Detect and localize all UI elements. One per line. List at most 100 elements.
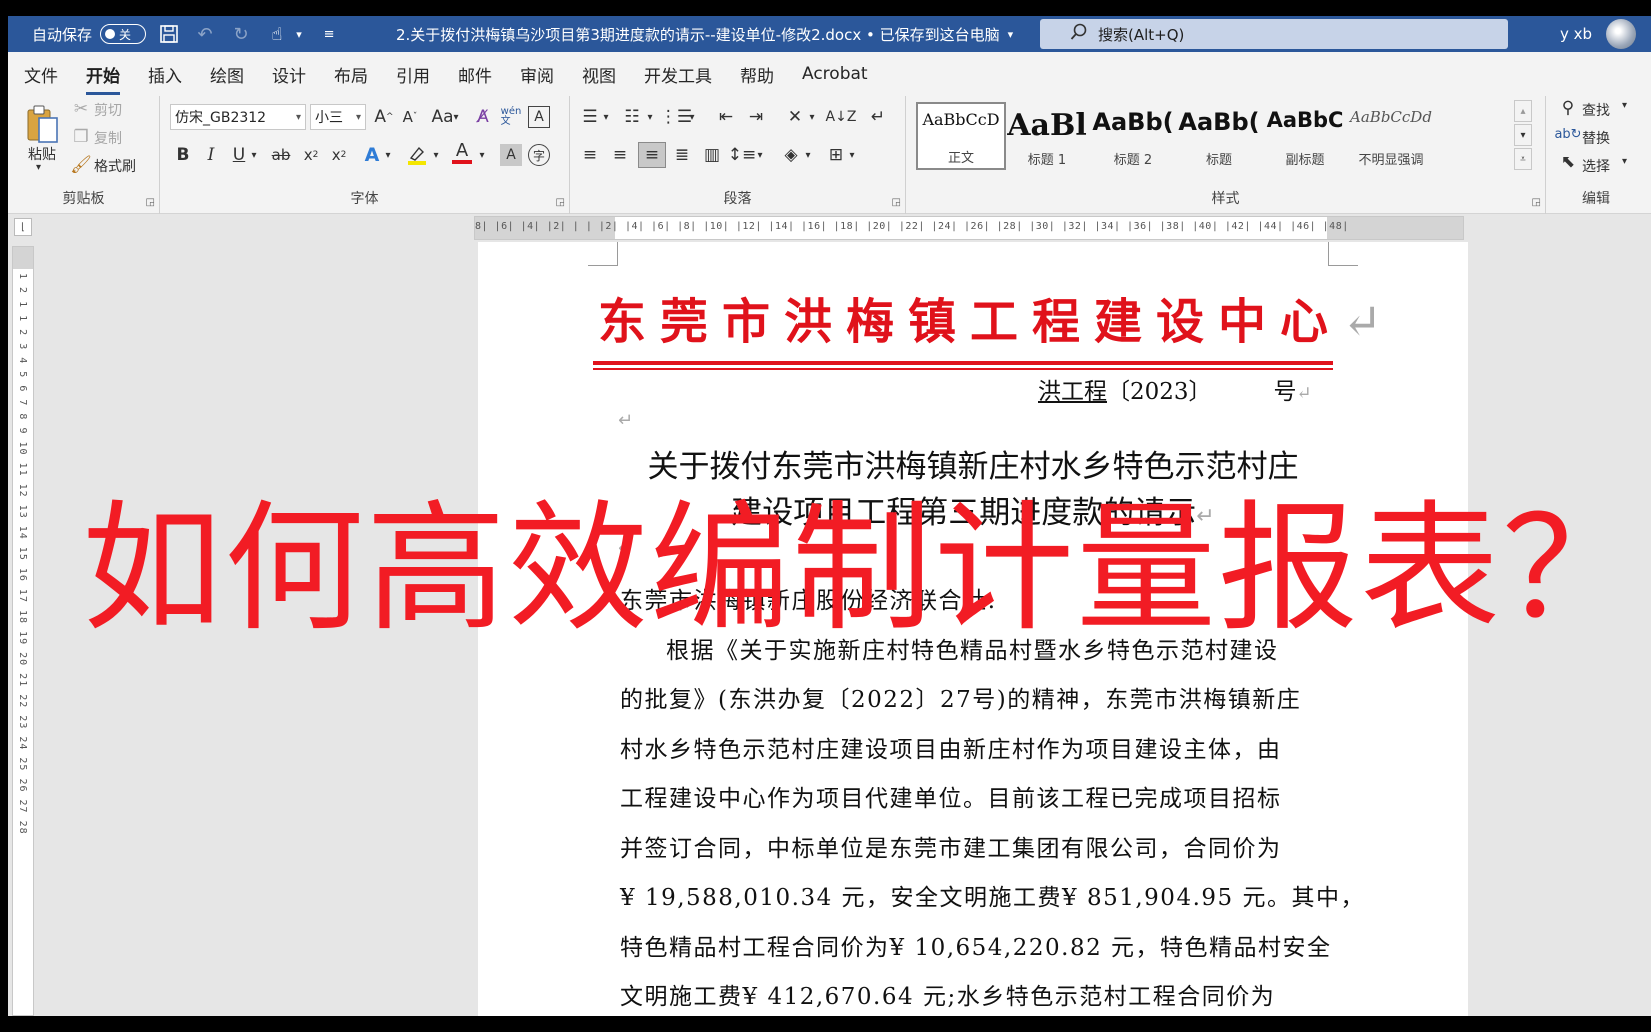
horizontal-ruler[interactable]: 8| |6| |4| |2| | | |2| |4| |6| |8| |10| … — [474, 216, 1464, 240]
paste-label[interactable]: 粘贴 — [28, 144, 56, 164]
chevron-down-icon[interactable]: ▾ — [430, 144, 442, 166]
gallery-down-icon[interactable]: ▾ — [1514, 124, 1532, 146]
chevron-down-icon[interactable]: ▾ — [1622, 100, 1627, 111]
style-item-2[interactable]: AaBb(标题 2 — [1088, 102, 1178, 170]
font-size-combo[interactable]: 小三 ▾ — [310, 104, 366, 130]
chevron-down-icon[interactable]: ▾ — [36, 162, 41, 173]
redo-icon[interactable]: ↻ — [228, 21, 254, 47]
tab-12[interactable]: Acrobat — [802, 60, 868, 88]
tab-3[interactable]: 绘图 — [210, 58, 244, 91]
align-right-icon[interactable]: ≡ — [638, 142, 666, 168]
chevron-down-icon[interactable]: ▾ — [686, 106, 698, 128]
tab-selector-icon[interactable]: ⌊ — [14, 218, 32, 236]
format-painter-label[interactable]: 格式刷 — [94, 156, 136, 176]
character-shading-icon[interactable]: A — [500, 144, 522, 166]
dialog-launcher-icon[interactable]: ◲ — [146, 197, 155, 208]
chevron-down-icon[interactable]: ▾ — [644, 106, 656, 128]
shading-icon[interactable]: ◈ — [778, 142, 804, 168]
chevron-down-icon[interactable]: ▾ — [248, 144, 260, 166]
increase-indent-icon[interactable]: ⇥ — [744, 106, 768, 128]
chevron-down-icon[interactable]: ▾ — [382, 144, 394, 166]
numbering-icon[interactable]: ☷ — [620, 106, 644, 128]
save-icon[interactable] — [156, 21, 182, 47]
style-item-5[interactable]: AaBbCcDd 不明显强调 — [1346, 102, 1436, 170]
customize-icon[interactable]: ≡ — [316, 21, 342, 47]
tab-7[interactable]: 邮件 — [458, 58, 492, 91]
tab-1[interactable]: 开始 — [86, 58, 120, 95]
sort-icon[interactable]: A↓Z — [826, 104, 857, 130]
chevron-down-icon[interactable]: ▾ — [292, 21, 306, 47]
style-item-0[interactable]: AaBbCcD 正文 — [916, 102, 1006, 170]
search-box[interactable]: 搜索(Alt+Q) — [1040, 19, 1508, 49]
replace-label[interactable]: 替换 — [1582, 128, 1610, 148]
vertical-ruler[interactable]: 1 2 1 1 2 3 4 5 6 7 8 9 10 11 12 13 14 1… — [12, 246, 34, 1016]
chevron-down-icon[interactable]: ▾ — [476, 144, 488, 166]
autosave-control[interactable]: 自动保存 关 — [32, 24, 147, 45]
select-label[interactable]: 选择 — [1582, 156, 1610, 176]
distributed-icon[interactable]: ▥ — [700, 144, 724, 166]
subscript-icon[interactable]: x2 — [300, 144, 322, 166]
style-item-3[interactable]: AaBb(标题 — [1174, 102, 1264, 170]
touch-mode-icon[interactable]: ☝ — [264, 21, 290, 47]
copy-label[interactable]: 复制 — [94, 128, 122, 148]
multilevel-list-icon[interactable]: ⋮☰ — [660, 106, 692, 128]
tab-8[interactable]: 审阅 — [520, 58, 554, 91]
tab-9[interactable]: 视图 — [582, 58, 616, 91]
italic-icon[interactable]: I — [200, 144, 222, 166]
document-title[interactable]: 2.关于拨付洪梅镇乌沙项目第3期进度款的请示--建设单位-修改2.docx • … — [396, 16, 1013, 52]
bullets-icon[interactable]: ☰ — [578, 106, 602, 128]
underline-icon[interactable]: U — [228, 144, 250, 166]
chevron-down-icon[interactable]: ▾ — [806, 106, 818, 128]
superscript-icon[interactable]: x2 — [328, 144, 350, 166]
highlight-icon[interactable] — [404, 142, 430, 168]
asian-layout-icon[interactable]: ✕ — [782, 106, 808, 128]
tab-10[interactable]: 开发工具 — [644, 58, 712, 91]
justify-icon[interactable]: ≣ — [670, 144, 694, 166]
dialog-launcher-icon[interactable]: ◲ — [556, 197, 565, 208]
change-case-icon[interactable]: Aa ▾ — [428, 106, 462, 128]
tab-11[interactable]: 帮助 — [740, 58, 774, 91]
align-center-icon[interactable]: ≡ — [608, 144, 632, 166]
document-number[interactable]: 洪工程〔2023〕 号↵ — [1038, 372, 1312, 406]
autosave-toggle[interactable]: 关 — [100, 24, 147, 44]
enclose-characters-icon[interactable]: 字 — [528, 144, 550, 166]
bold-icon[interactable]: B — [172, 144, 194, 166]
tab-4[interactable]: 设计 — [272, 58, 306, 91]
paste-icon[interactable] — [22, 102, 62, 146]
phonetic-guide-icon[interactable]: wén 文 — [500, 104, 522, 130]
decrease-indent-icon[interactable]: ⇤ — [714, 106, 738, 128]
shrink-font-icon[interactable]: Aˇ — [398, 106, 422, 128]
tab-6[interactable]: 引用 — [396, 58, 430, 91]
font-color-icon[interactable]: A — [450, 140, 474, 166]
align-left-icon[interactable]: ≡ — [578, 144, 602, 166]
line-spacing-icon[interactable]: ↕≡ — [728, 144, 757, 166]
chevron-down-icon[interactable]: ▾ — [846, 144, 858, 166]
grow-font-icon[interactable]: A ^ — [372, 106, 396, 128]
character-border-icon[interactable]: A — [528, 106, 550, 128]
show-marks-icon[interactable]: ↵ — [866, 106, 890, 128]
gallery-up-icon[interactable]: ▴ — [1514, 100, 1532, 122]
chevron-down-icon[interactable]: ▾ — [802, 144, 814, 166]
chevron-down-icon[interactable]: ▾ — [754, 144, 766, 166]
style-item-4[interactable]: AaBbC 副标题 — [1260, 102, 1350, 170]
tab-5[interactable]: 布局 — [334, 58, 368, 91]
cut-label[interactable]: 剪切 — [94, 100, 122, 120]
chevron-down-icon[interactable]: ▾ — [600, 106, 612, 128]
avatar[interactable] — [1606, 19, 1637, 49]
strikethrough-icon[interactable]: ab — [268, 144, 294, 166]
undo-icon[interactable]: ↶ — [192, 21, 218, 47]
chevron-down-icon[interactable]: ▾ — [1622, 156, 1627, 167]
dialog-launcher-icon[interactable]: ◲ — [892, 197, 901, 208]
font-name-combo[interactable]: 仿宋_GB2312 ▾ — [170, 104, 306, 130]
tab-2[interactable]: 插入 — [148, 58, 182, 91]
clear-formatting-icon[interactable]: A̸ — [472, 106, 494, 128]
tab-0[interactable]: 文件 — [24, 58, 58, 91]
style-item-1[interactable]: AaBl 标题 1 — [1002, 102, 1092, 170]
borders-icon[interactable]: ⊞ — [824, 144, 848, 166]
text-effects-icon[interactable]: A — [360, 144, 384, 166]
find-label[interactable]: 查找 — [1582, 100, 1610, 120]
user-account[interactable]: y xb — [1560, 16, 1637, 52]
document-org-name[interactable]: 东莞市洪梅镇工程建设中心↵ — [598, 282, 1382, 352]
dialog-launcher-icon[interactable]: ◲ — [1532, 197, 1541, 208]
gallery-more-icon[interactable]: ⩡ — [1514, 148, 1532, 170]
